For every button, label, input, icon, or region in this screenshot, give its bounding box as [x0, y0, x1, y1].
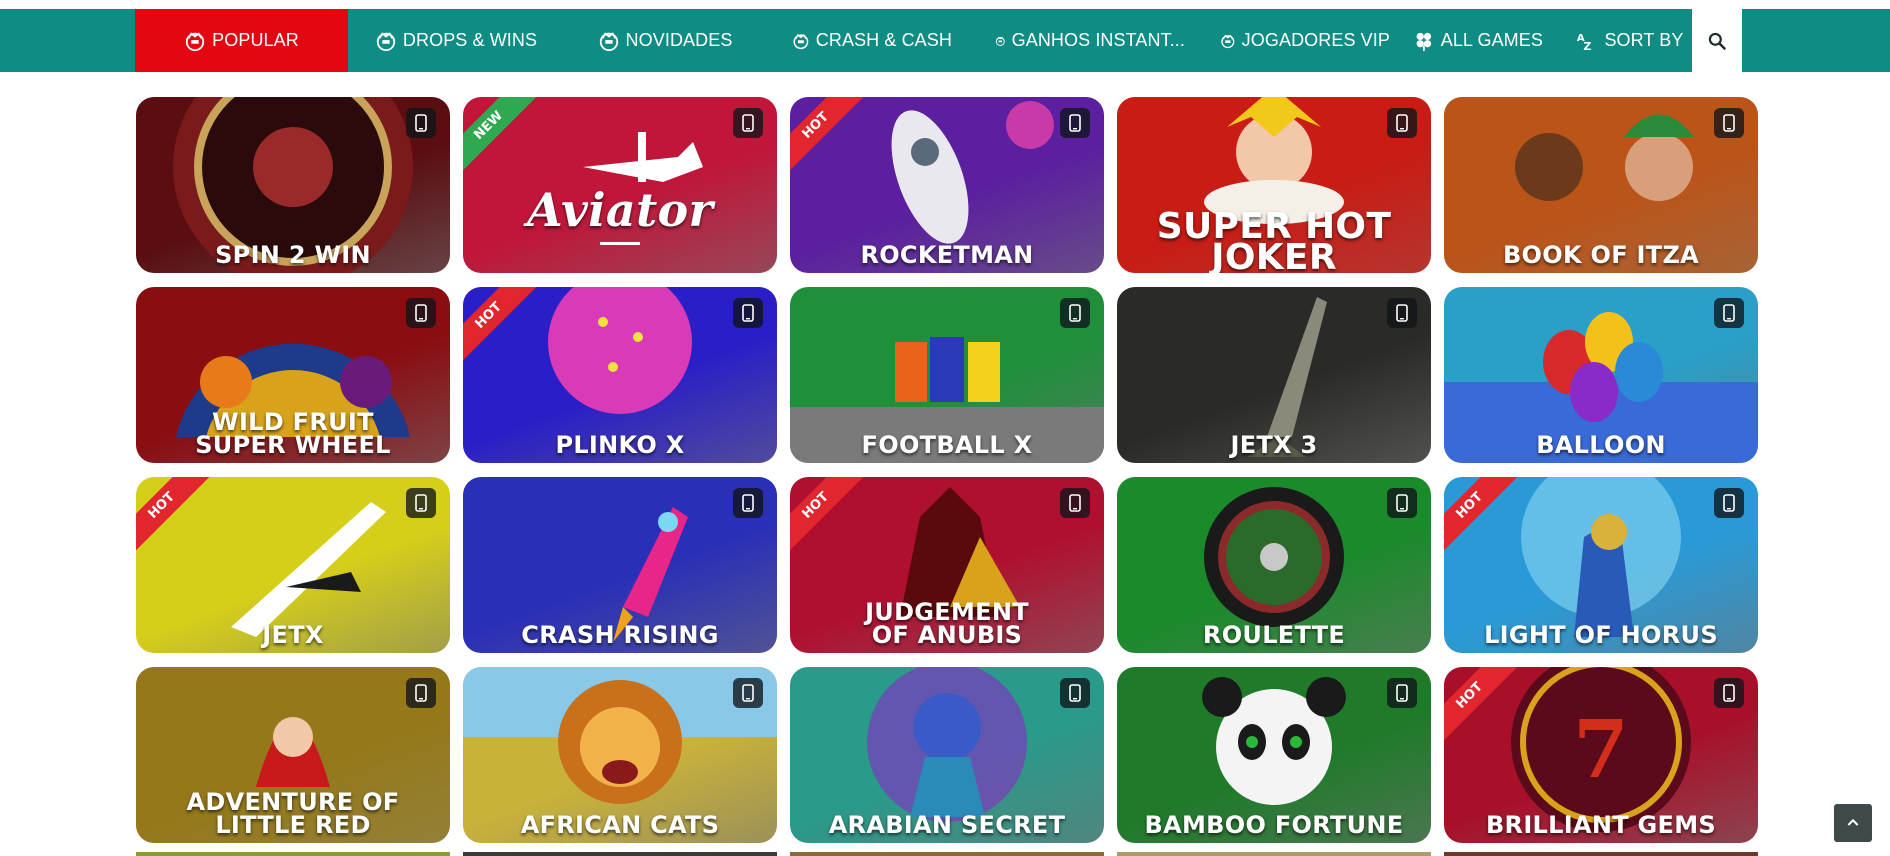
chevron-up-icon — [1847, 818, 1859, 826]
game-tile-spin-2-win[interactable]: SPIN 2 WIN — [136, 97, 450, 273]
game-tile-judgement-of-anubis[interactable]: JUDGEMENT OF ANUBIS HOT — [790, 477, 1104, 653]
tab-novidades[interactable]: NOVIDADES — [595, 9, 735, 72]
game-tile-balloon[interactable]: BALLOON — [1444, 287, 1758, 463]
mobile-phone-icon — [406, 488, 436, 518]
tab-label: NOVIDADES — [625, 30, 733, 50]
game-tile-adventure-of-little-red[interactable]: ADVENTURE OF LITTLE RED — [136, 667, 450, 843]
mobile-phone-icon — [1714, 108, 1744, 138]
game-title: ADVENTURE OF LITTLE RED — [186, 788, 400, 839]
tab-label: SORT BY — [1604, 30, 1684, 50]
game-tile-arabian-secret[interactable]: ARABIAN SECRET — [790, 667, 1104, 843]
casino-chip-icon — [376, 31, 396, 51]
game-tile-football-x[interactable]: FOOTBALL X — [790, 287, 1104, 463]
game-title: BAMBOO FORTUNE — [1144, 811, 1404, 839]
game-tile-crash-rising[interactable]: CRASH RISING — [463, 477, 777, 653]
casino-chip-icon — [1221, 34, 1235, 48]
clover-icon — [1416, 32, 1432, 51]
tab-crash-cash[interactable]: CRASH & CASH — [792, 9, 952, 72]
next-row-peek — [463, 852, 777, 856]
mobile-phone-icon — [1387, 488, 1417, 518]
tab-drops-wins[interactable]: DROPS & WINS — [371, 9, 541, 72]
tab-label: CRASH & CASH — [815, 30, 952, 50]
category-tabs: POPULAR DROPS & WINS NOVIDADES CRASH & C… — [135, 9, 1742, 72]
sort-by-button[interactable]: AZ SORT BY — [1575, 9, 1685, 72]
game-tile-book-of-itza[interactable]: BOOK OF ITZA — [1444, 97, 1758, 273]
tab-all-games[interactable]: ALL GAMES — [1413, 9, 1543, 72]
mobile-phone-icon — [1060, 488, 1090, 518]
tab-label: ALL GAMES — [1440, 30, 1543, 50]
game-title: SUPER HOT JOKER — [1156, 206, 1392, 274]
game-tile-jetx[interactable]: JETX HOT — [136, 477, 450, 653]
game-title: Aviator — [526, 183, 714, 237]
game-title: ROCKETMAN — [860, 241, 1034, 269]
game-title: PLINKO X — [555, 431, 685, 459]
game-tile-plinko-x[interactable]: PLINKO X HOT — [463, 287, 777, 463]
next-row-peek — [1117, 852, 1431, 856]
tab-label: JOGADORES VIP — [1241, 30, 1390, 50]
scroll-to-top-button[interactable] — [1834, 804, 1872, 842]
game-title: JETX 3 — [1230, 431, 1318, 459]
game-tile-bamboo-fortune[interactable]: BAMBOO FORTUNE — [1117, 667, 1431, 843]
next-row-peek — [136, 852, 450, 856]
mobile-phone-icon — [1387, 298, 1417, 328]
mobile-phone-icon — [406, 298, 436, 328]
game-title: ARABIAN SECRET — [828, 811, 1066, 839]
game-title: FOOTBALL X — [861, 431, 1033, 459]
mobile-phone-icon — [733, 298, 763, 328]
mobile-phone-icon — [1060, 108, 1090, 138]
game-tile-super-hot-joker[interactable]: SUPER HOT JOKER — [1117, 97, 1431, 273]
mobile-phone-icon — [1714, 298, 1744, 328]
game-title: BRILLIANT GEMS — [1485, 811, 1717, 839]
casino-chip-icon — [599, 31, 618, 51]
casino-chip-icon — [793, 33, 809, 49]
mobile-phone-icon — [406, 108, 436, 138]
mobile-phone-icon — [1060, 678, 1090, 708]
mobile-phone-icon — [406, 678, 436, 708]
mobile-phone-icon — [733, 108, 763, 138]
mobile-phone-icon — [733, 678, 763, 708]
game-title: JUDGEMENT OF ANUBIS — [865, 598, 1029, 649]
game-title: BOOK OF ITZA — [1502, 241, 1700, 269]
category-navbar: POPULAR DROPS & WINS NOVIDADES CRASH & C… — [0, 9, 1890, 72]
mobile-phone-icon — [1714, 678, 1744, 708]
game-title: CRASH RISING — [521, 621, 719, 649]
game-tile-african-cats[interactable]: AFRICAN CATS — [463, 667, 777, 843]
svg-text:7: 7 — [1573, 702, 1629, 796]
game-title: JETX — [262, 621, 324, 649]
casino-chip-icon — [185, 31, 205, 51]
search-icon — [1708, 32, 1726, 50]
mobile-phone-icon — [1387, 678, 1417, 708]
casino-chip-icon — [995, 36, 1005, 46]
game-tile-wild-fruit-super-wheel[interactable]: WILD FRUIT SUPER WHEEL — [136, 287, 450, 463]
game-tile-aviator[interactable]: Aviator NEW — [463, 97, 777, 273]
svg-text:Z: Z — [1584, 40, 1592, 52]
tab-jogadores-vip[interactable]: JOGADORES VIP — [1220, 9, 1390, 72]
mobile-phone-icon — [733, 488, 763, 518]
game-tile-rocketman[interactable]: ROCKETMAN HOT — [790, 97, 1104, 273]
game-title: SPIN 2 WIN — [215, 241, 371, 269]
search-button[interactable] — [1692, 9, 1742, 72]
tab-popular[interactable]: POPULAR — [135, 9, 348, 72]
game-title: LIGHT OF HORUS — [1484, 621, 1718, 649]
tab-label: GANHOS INSTANT... — [1011, 30, 1185, 50]
next-row-peek — [790, 852, 1104, 856]
tab-label: POPULAR — [212, 30, 299, 50]
mobile-phone-icon — [1060, 298, 1090, 328]
game-tile-light-of-horus[interactable]: LIGHT OF HORUS HOT — [1444, 477, 1758, 653]
game-title: WILD FRUIT SUPER WHEEL — [195, 408, 391, 459]
game-tile-jetx-3[interactable]: JETX 3 — [1117, 287, 1431, 463]
game-title: BALLOON — [1536, 431, 1666, 459]
game-title: ROULETTE — [1202, 621, 1346, 649]
mobile-phone-icon — [1387, 108, 1417, 138]
game-tile-brilliant-gems[interactable]: 7 BRILLIANT GEMS HOT — [1444, 667, 1758, 843]
sort-az-icon: AZ — [1577, 33, 1592, 52]
next-row-peek — [1444, 852, 1758, 856]
game-tile-roulette[interactable]: ROULETTE — [1117, 477, 1431, 653]
tab-label: DROPS & WINS — [402, 30, 538, 50]
game-title: AFRICAN CATS — [520, 811, 720, 839]
tab-ganhos-instant[interactable]: GANHOS INSTANT... — [995, 9, 1185, 72]
mobile-phone-icon — [1714, 488, 1744, 518]
